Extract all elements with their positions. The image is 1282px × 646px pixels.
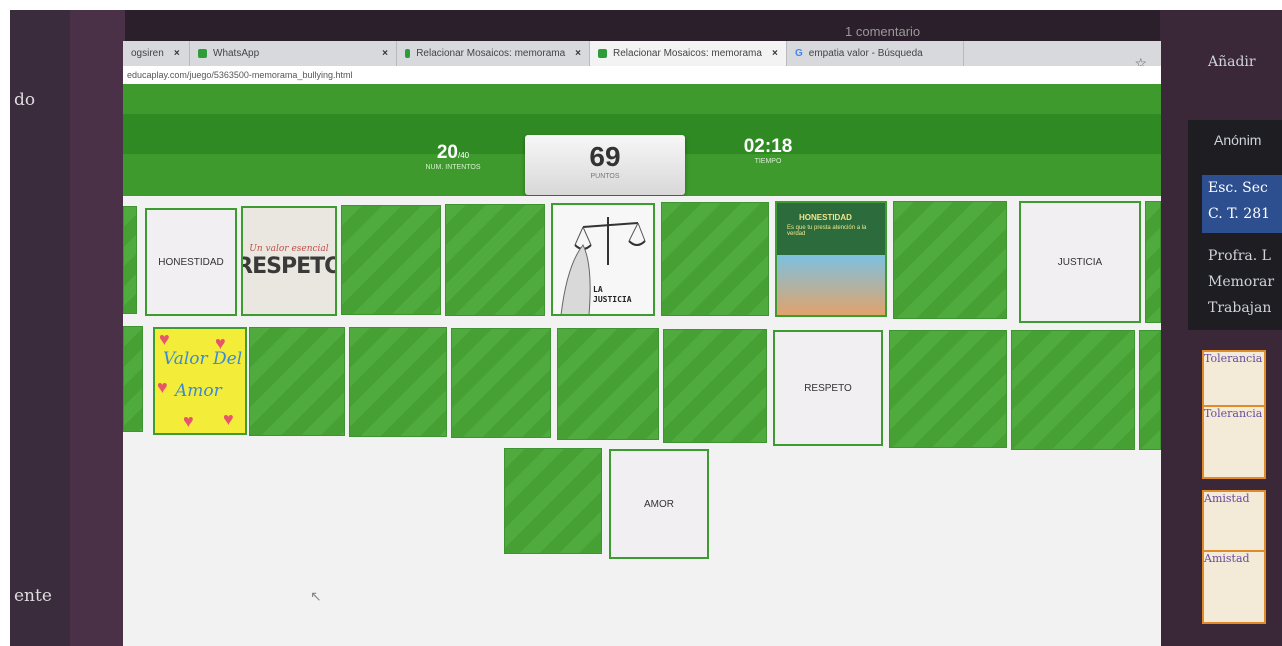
card-back[interactable] [1139,330,1161,450]
card-honestidad-word[interactable]: HONESTIDAD [145,208,237,316]
card-back[interactable] [451,328,551,438]
card-respeto-word[interactable]: RESPETO [773,330,883,446]
respeto-title: RESPETO [241,253,337,279]
close-icon[interactable]: × [382,48,388,59]
card-honestidad-image[interactable]: HONESTIDAD Es que tu presta atención a l… [775,201,887,317]
tab-memorama-1[interactable]: Relacionar Mosaicos: memorama × [397,41,590,66]
whatsapp-icon [198,49,207,58]
card-back[interactable] [123,206,137,314]
background-text: Profra. L [1208,248,1271,264]
card-back[interactable] [349,327,447,437]
timer-value: 02:18 [743,136,793,157]
amor-text-2: Amor [175,381,222,401]
background-note: Amistad [1202,550,1266,624]
tab-label: Relacionar Mosaicos: memorama [613,48,762,59]
background-text: Anónim [1214,132,1262,148]
background-left-window: do ente [10,10,125,646]
card-back[interactable] [557,328,659,440]
justicia-image: LA JUSTICIA [553,205,653,314]
card-back[interactable] [889,330,1007,448]
background-note: Tolerancia [1202,405,1266,479]
tab-memorama-active[interactable]: Relacionar Mosaicos: memorama × [590,41,787,66]
card-amor-word[interactable]: AMOR [609,449,709,559]
card-label: JUSTICIA [1057,256,1103,268]
tab-label: WhatsApp [213,48,260,59]
educaplay-icon [598,49,607,58]
respeto-subtitle: Un valor esencial [249,243,329,254]
google-icon: G [795,48,803,59]
amor-image: ♥ ♥ Valor Del Amor ♥ ♥ ♥ [155,329,245,433]
card-back[interactable] [504,448,602,554]
browser-window: ogsiren × WhatsApp × Relacionar Mosaicos… [123,41,1161,646]
background-text: do [14,90,36,110]
card-back[interactable] [341,205,441,315]
close-icon[interactable]: × [772,48,778,59]
tab-label: Relacionar Mosaicos: memorama [416,48,566,59]
tab-bar: ogsiren × WhatsApp × Relacionar Mosaicos… [123,41,1161,66]
tab-whatsapp[interactable]: WhatsApp × [190,41,397,66]
mouse-cursor-icon: ↖ [310,588,322,604]
background-text: Esc. Sec [1208,180,1268,196]
attempts-counter: 20/40 NUM. INTENTOS [413,142,493,171]
background-text: 1 comentario [845,24,921,39]
address-bar[interactable]: educaplay.com/juego/5363500-memorama_bul… [123,66,1161,85]
background-text: ente [14,586,52,606]
card-label: HONESTIDAD [158,256,224,268]
honestidad-title: HONESTIDAD [799,213,852,222]
card-back[interactable] [663,329,767,443]
card-label: AMOR [644,498,674,510]
card-back[interactable] [123,326,143,432]
timer-label: TIEMPO [754,158,782,165]
close-icon[interactable]: × [575,48,581,59]
background-text: C. T. 281 [1208,206,1271,222]
timer: 02:18 TIEMPO [723,136,813,165]
classroom-illustration [777,255,885,315]
card-back[interactable] [1011,330,1135,450]
honestidad-image: HONESTIDAD Es que tu presta atención a l… [777,203,885,315]
card-back[interactable] [249,327,345,436]
heart-icon: ♥ [223,409,234,429]
background-right-window: Añadir Anónim Esc. Sec C. T. 281 Profra.… [1160,10,1282,646]
card-back[interactable] [893,201,1007,319]
close-icon[interactable]: × [174,48,180,59]
background-text: Trabajan [1208,300,1272,316]
heart-icon: ♥ [159,329,170,349]
photo-frame: do ente 1 comentario Añadir Anónim Esc. … [10,10,1282,646]
card-back[interactable] [661,202,769,316]
honestidad-caption: Es que tu presta atención a la verdad [787,225,867,237]
score-value: 69 [589,141,621,172]
background-text: Añadir [1208,54,1256,70]
educaplay-icon [405,49,411,58]
tab-google[interactable]: G empatia valor - Búsqueda [787,41,964,66]
background-top: 1 comentario [125,10,1160,42]
justicia-label: LA JUSTICIA [593,285,632,304]
tab-label: ogsiren [131,48,164,59]
attempts-value: 20 [436,142,458,163]
attempts-label: NUM. INTENTOS [425,164,481,171]
card-justicia-word[interactable]: JUSTICIA [1019,201,1141,323]
tab-other[interactable]: ogsiren × [123,41,190,66]
score-box: 69 PUNTOS [525,135,685,195]
background-text: Memorar [1208,274,1275,290]
background-strip [70,10,125,646]
tab-label: empatia valor - Búsqueda [808,48,923,59]
card-back[interactable] [445,204,545,316]
attempts-max: /40 [458,151,470,160]
game-board: HONESTIDAD Un valor esencial RESPETO LA … [123,196,1161,646]
card-back[interactable] [1145,201,1161,323]
heart-icon: ♥ [183,411,194,431]
card-amor-image[interactable]: ♥ ♥ Valor Del Amor ♥ ♥ ♥ [153,327,247,435]
card-label: RESPETO [804,382,852,394]
score-label: PUNTOS [590,173,620,180]
game-header: 20/40 NUM. INTENTOS 69 PUNTOS 02:18 TIEM… [123,84,1161,196]
amor-text-1: Valor Del [163,349,243,369]
card-justicia-image[interactable]: LA JUSTICIA [551,203,655,316]
heart-icon: ♥ [157,377,168,397]
respeto-image: Un valor esencial RESPETO [243,208,335,314]
card-respeto-image[interactable]: Un valor esencial RESPETO [241,206,337,316]
